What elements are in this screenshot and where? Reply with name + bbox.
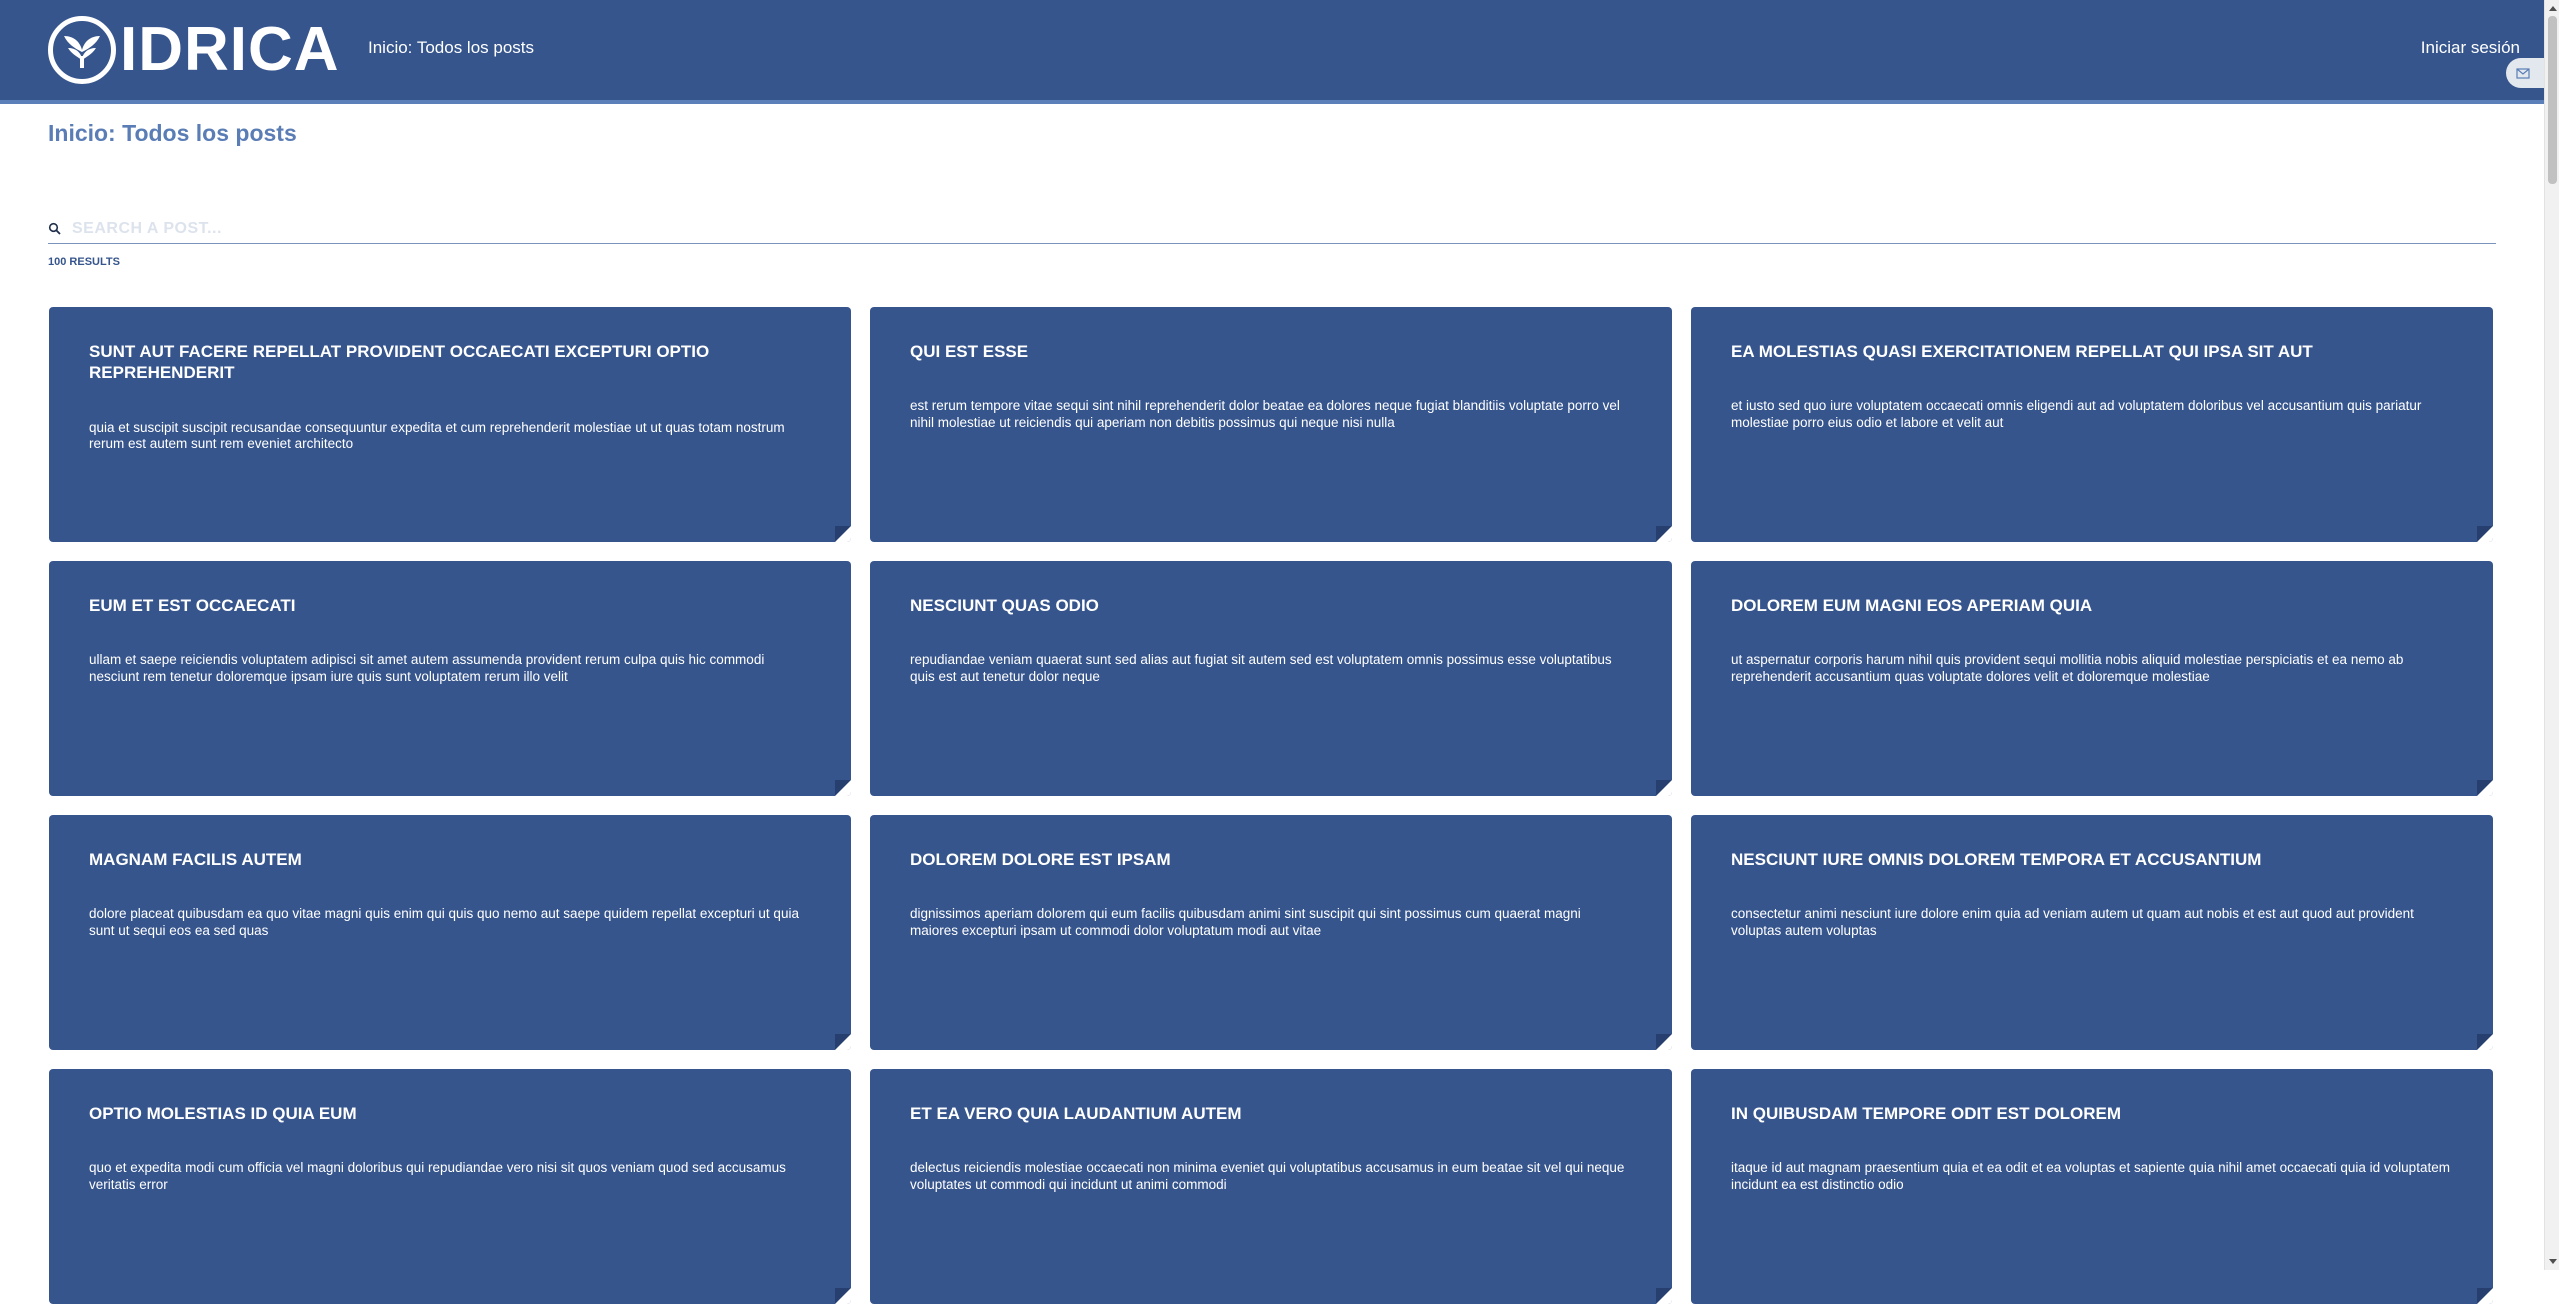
post-title: ea molestias quasi exercitationem repell… [1731,342,2313,361]
post-body: est rerum tempore vitae sequi sint nihil… [910,398,1620,431]
page-scrollbar[interactable] [2544,0,2559,1270]
card-corner-fold [1656,526,1672,542]
post-body: ut aspernatur corporis harum nihil quis … [1731,652,2404,685]
post-title: qui est esse [910,342,1029,361]
post-title: dolorem eum magni eos aperiam quia [1731,596,2093,615]
page-title: Inicio: Todos los posts [48,120,297,146]
card-corner-fold [835,526,851,542]
post-body: dignissimos aperiam dolorem qui eum faci… [910,906,1581,939]
login-link[interactable]: Iniciar sesión [2421,38,2520,58]
post-title: dolorem dolore est ipsam [910,850,1171,869]
post-title: optio molestias id quia eum [89,1104,357,1123]
post-title: in quibusdam tempore odit est dolorem [1731,1104,2122,1123]
post-body: consectetur animi nesciunt iure dolore e… [1731,906,2414,939]
results-count: 100 RESULTS [48,256,120,268]
card-corner-fold [2477,526,2493,542]
scrollbar-thumb[interactable] [2548,16,2557,184]
card-corner-fold [1656,1288,1672,1304]
search-icon [48,222,61,235]
mail-icon [2516,68,2530,79]
post-body: itaque id aut magnam praesentium quia et… [1731,1160,2450,1193]
card-corner-fold [2477,780,2493,796]
post-card[interactable]: magnam facilis autem dolore placeat quib… [49,815,851,1050]
post-body: dolore placeat quibusdam ea quo vitae ma… [89,906,799,939]
post-card[interactable]: in quibusdam tempore odit est dolorem it… [1691,1069,2493,1304]
post-card[interactable]: dolorem eum magni eos aperiam quia ut as… [1691,561,2493,796]
card-corner-fold [1656,780,1672,796]
post-card[interactable]: qui est esse est rerum tempore vitae seq… [870,307,1672,542]
logo-icon [48,16,116,84]
scroll-down-arrow-icon[interactable] [2545,1254,2559,1270]
extension-tab-button[interactable] [2506,58,2546,88]
post-card[interactable]: sunt aut facere repellat provident occae… [49,307,851,542]
search-bar [48,214,2496,244]
post-card[interactable]: optio molestias id quia eum quo et exped… [49,1069,851,1304]
post-card[interactable]: nesciunt quas odio repudiandae veniam qu… [870,561,1672,796]
post-body: et iusto sed quo iure voluptatem occaeca… [1731,398,2422,431]
search-input[interactable] [70,218,2496,239]
post-title: sunt aut facere repellat provident occae… [89,342,710,383]
card-corner-fold [835,1034,851,1050]
post-body: quo et expedita modi cum officia vel mag… [89,1160,786,1193]
post-title: et ea vero quia laudantium autem [910,1104,1242,1123]
posts-grid: sunt aut facere repellat provident occae… [49,307,2496,1304]
post-card[interactable]: dolorem dolore est ipsam dignissimos ape… [870,815,1672,1050]
post-title: magnam facilis autem [89,850,302,869]
post-body: quia et suscipit suscipit recusandae con… [89,419,785,452]
post-body: ullam et saepe reiciendis voluptatem adi… [89,652,765,685]
post-card[interactable]: et ea vero quia laudantium autem delectu… [870,1069,1672,1304]
post-title: nesciunt quas odio [910,596,1099,615]
top-navbar: IDRICA Inicio: Todos los posts Iniciar s… [0,0,2544,104]
post-card[interactable]: nesciunt iure omnis dolorem tempora et a… [1691,815,2493,1050]
post-card[interactable]: eum et est occaecati ullam et saepe reic… [49,561,851,796]
post-title: eum et est occaecati [89,596,296,615]
card-corner-fold [2477,1034,2493,1050]
card-corner-fold [835,780,851,796]
post-body: delectus reiciendis molestiae occaecati … [910,1160,1625,1193]
card-corner-fold [835,1288,851,1304]
brand-logo[interactable]: IDRICA [48,14,348,86]
header-title: Inicio: Todos los posts [368,38,534,57]
post-title: nesciunt iure omnis dolorem tempora et a… [1731,850,2262,869]
scroll-up-arrow-icon[interactable] [2545,0,2559,16]
post-card[interactable]: ea molestias quasi exercitationem repell… [1691,307,2493,542]
post-body: repudiandae veniam quaerat sunt sed alia… [910,652,1612,685]
card-corner-fold [1656,1034,1672,1050]
card-corner-fold [2477,1288,2493,1304]
brand-name: IDRICA [120,15,340,84]
